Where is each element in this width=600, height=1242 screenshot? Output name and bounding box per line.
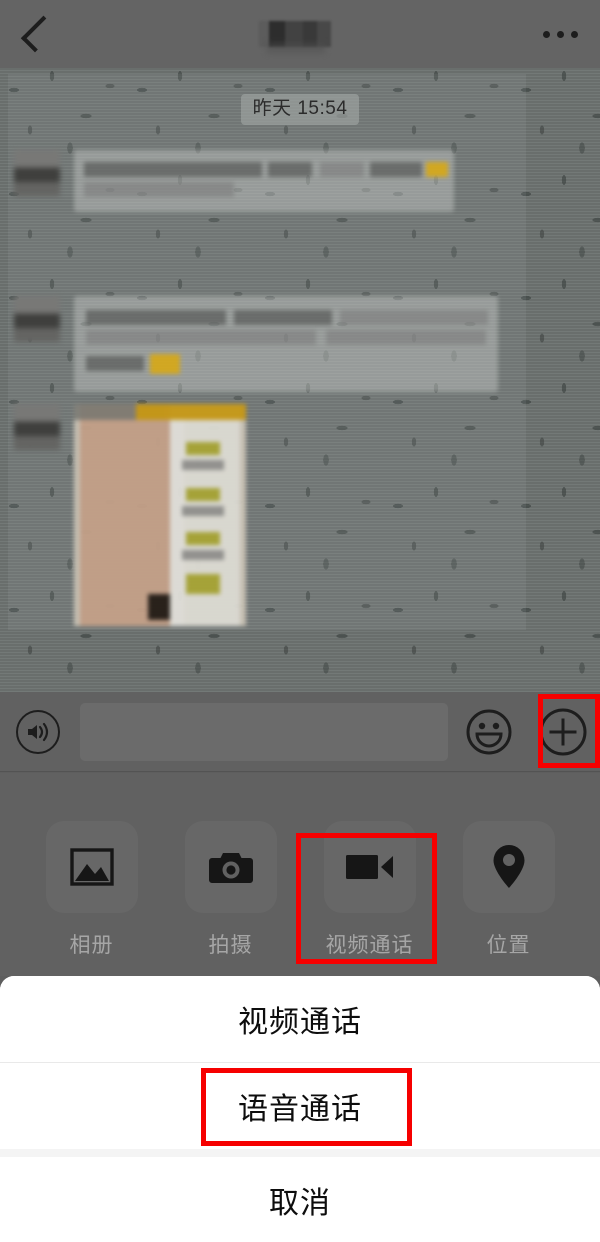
dimmed-chat-layer: 昨天 15:54 相册 拍摄 视频通话 位置 [0,0,600,976]
sheet-gap [0,1149,600,1157]
photo-icon [69,847,114,887]
message-timestamp: 昨天 15:54 [0,94,600,125]
avatar [14,296,60,342]
attachment-item-camera[interactable]: 拍摄 [161,821,300,959]
back-button[interactable] [0,0,70,68]
option-label: 视频通话 [238,1006,362,1039]
wechat-chat-screen: 昨天 15:54 相册 拍摄 视频通话 位置 视频通话 语音通话 取消 [0,0,600,1242]
emoji-button[interactable] [452,692,526,772]
action-sheet-option-video-call[interactable]: 视频通话 [0,976,600,1062]
plus-button[interactable] [526,692,600,772]
message-row[interactable] [14,404,246,626]
attachment-label: 拍摄 [208,934,253,957]
attachment-tile [45,821,138,913]
voice-wave-icon [16,709,60,754]
plus-circle-icon [538,707,588,757]
more-options-button[interactable] [520,0,600,68]
message-row[interactable] [14,150,454,212]
avatar [14,404,60,450]
more-horizontal-icon [542,30,550,38]
page-title [259,21,331,47]
voice-input-button[interactable] [0,692,76,772]
camera-icon [208,848,254,886]
message-input[interactable] [80,702,448,761]
message-bubble-censored [74,296,498,392]
attachment-item-location[interactable]: 位置 [439,821,578,959]
option-label: 语音通话 [238,1093,362,1126]
attachment-tile [184,821,277,913]
action-sheet: 视频通话 语音通话 取消 [0,976,600,1242]
more-horizontal-icon [570,30,578,38]
chat-input-bar [0,692,600,772]
avatar [14,150,60,196]
chevron-left-icon [20,15,58,53]
message-bubble-censored [74,150,454,212]
message-list[interactable]: 昨天 15:54 [0,68,600,692]
cancel-label: 取消 [269,1187,331,1220]
message-image-censored[interactable] [74,404,246,626]
attachment-tile [323,821,416,913]
action-sheet-option-voice-call[interactable]: 语音通话 [0,1063,600,1149]
attachment-item-album[interactable]: 相册 [22,821,161,959]
chat-header [0,0,600,68]
attachment-tile [462,821,555,913]
message-row[interactable] [14,296,498,392]
attachment-label: 位置 [486,934,531,957]
video-camera-icon [345,851,395,883]
location-pin-icon [491,844,527,890]
attachment-label: 相册 [69,934,114,957]
timestamp-label: 昨天 15:54 [240,94,360,125]
more-horizontal-icon [556,30,564,38]
smiley-icon [465,708,513,756]
attachment-label: 视频通话 [325,934,414,957]
action-sheet-cancel-button[interactable]: 取消 [0,1157,600,1242]
attachment-item-video-call[interactable]: 视频通话 [300,821,439,959]
header-title-area [70,0,520,68]
attachment-panel: 相册 拍摄 视频通话 位置 [0,773,600,976]
